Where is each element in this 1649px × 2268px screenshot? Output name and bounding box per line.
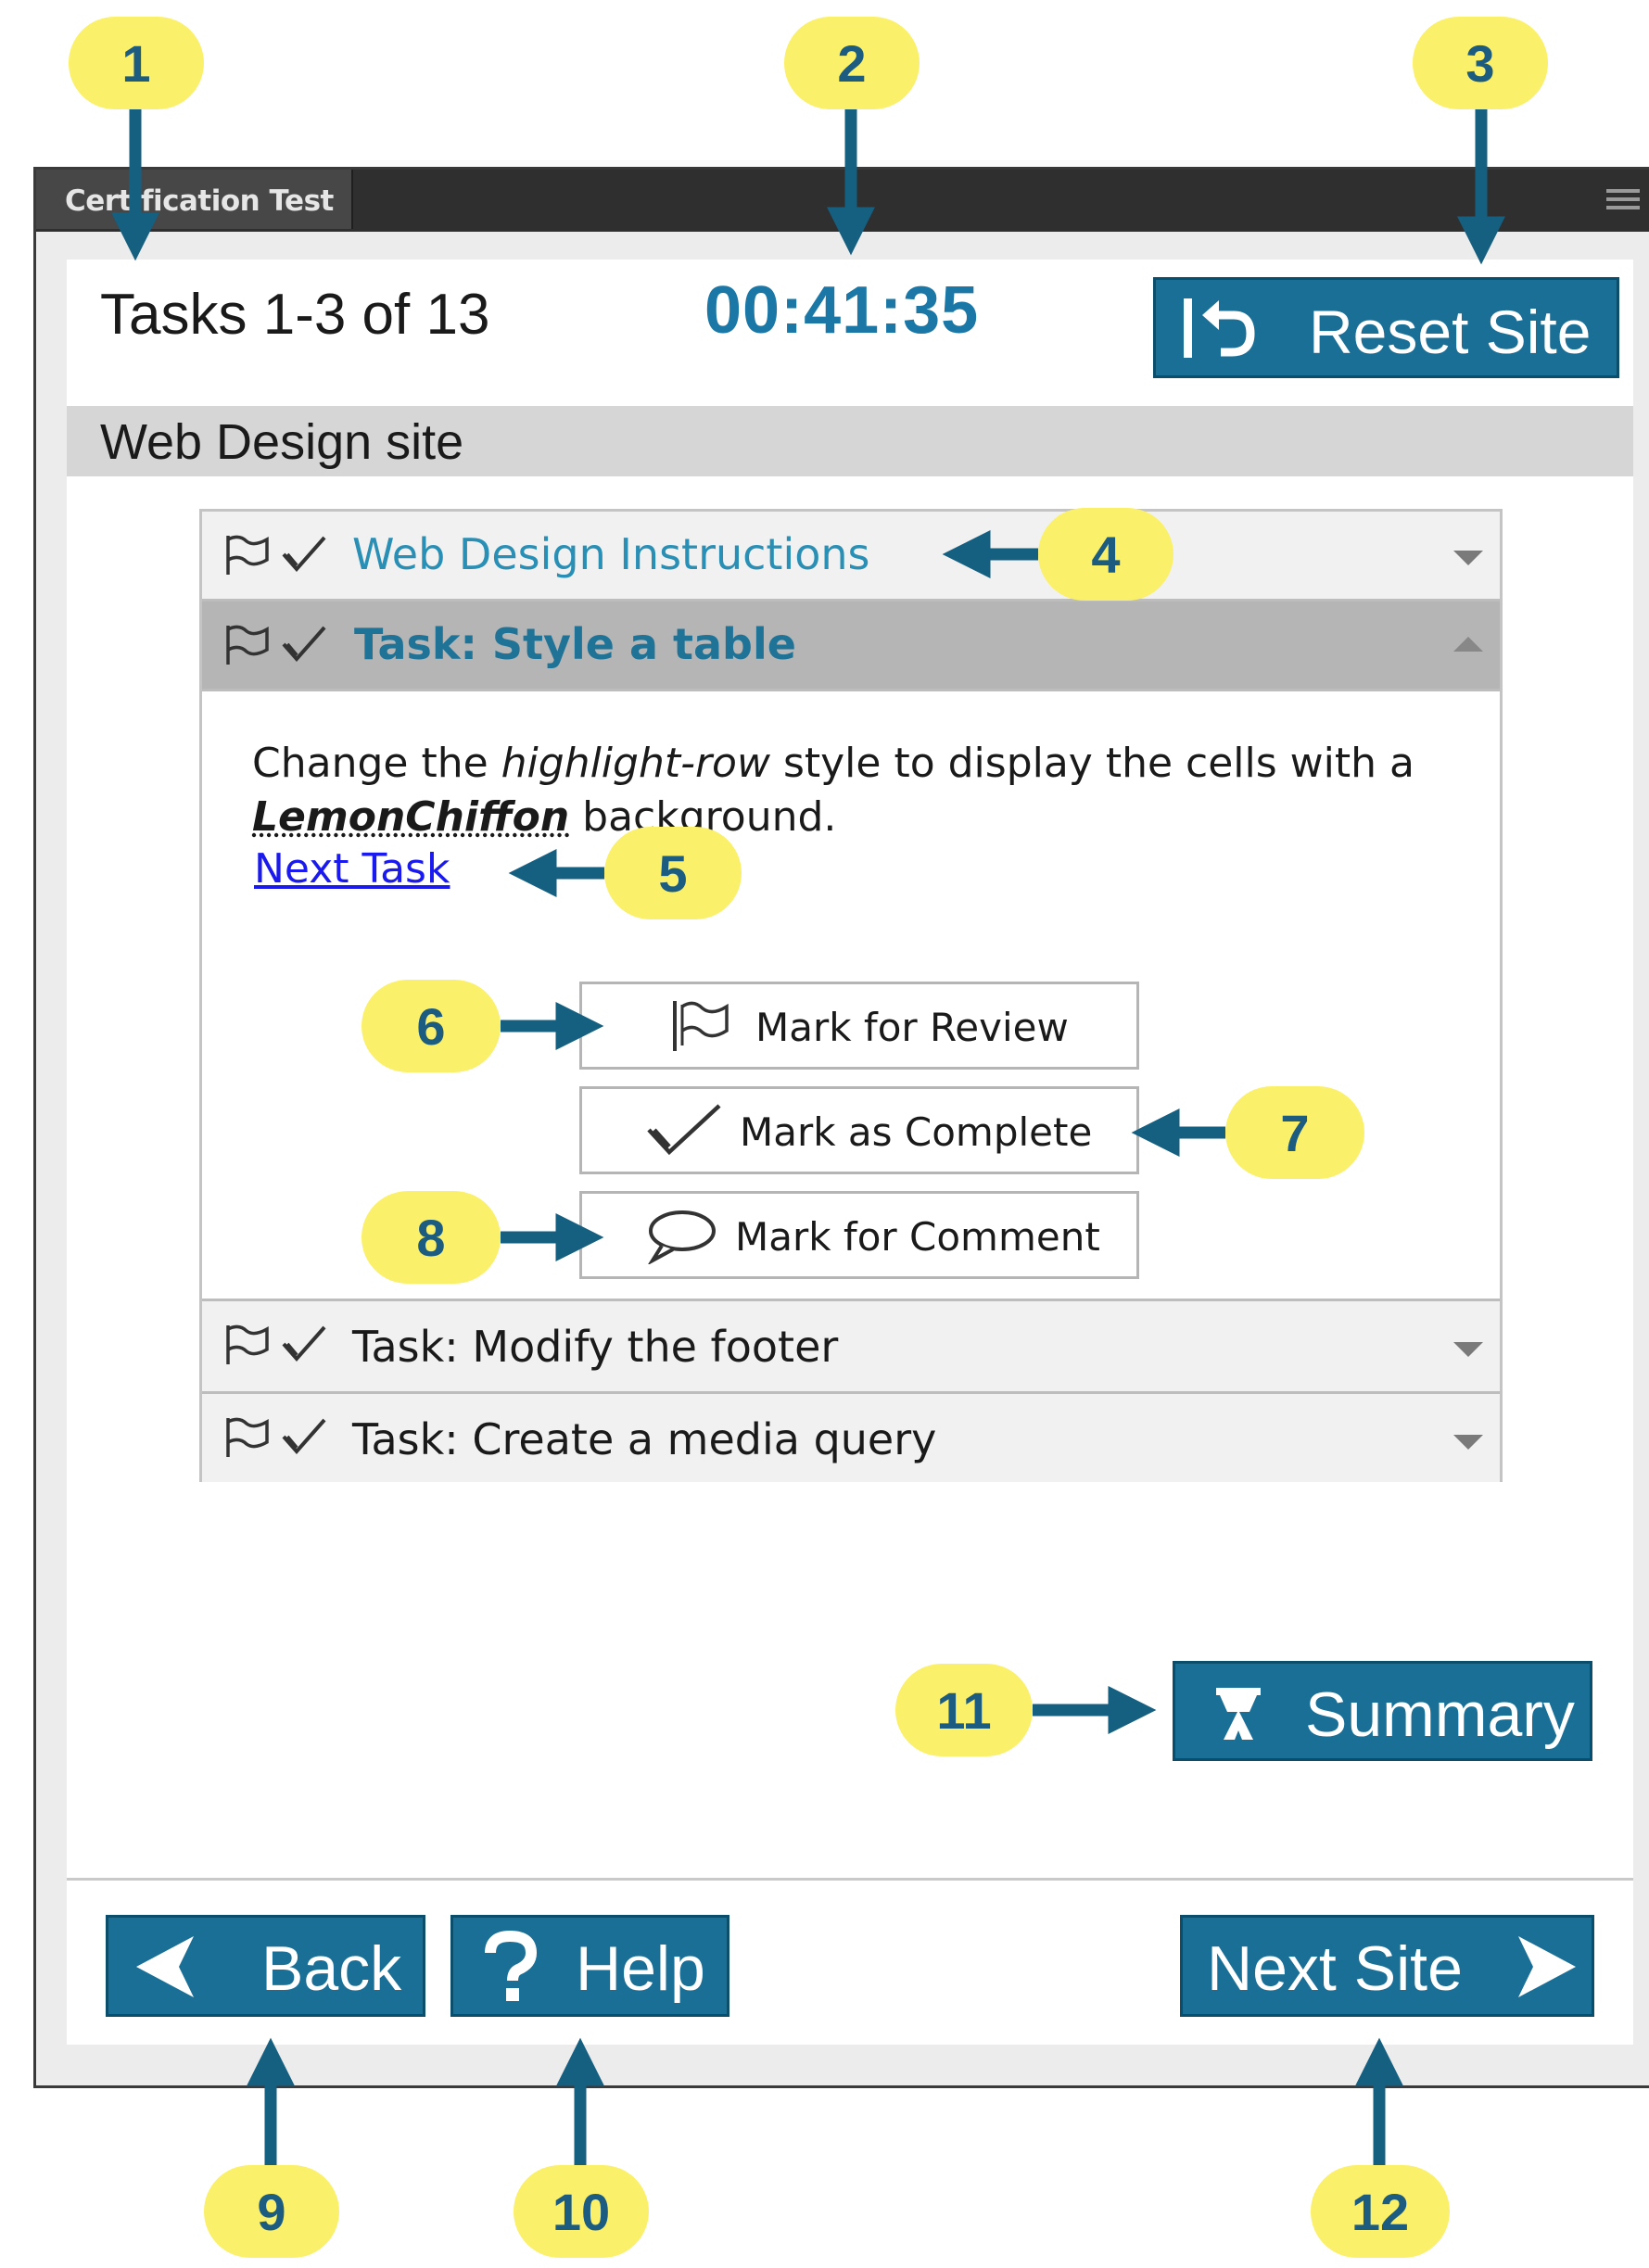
callout-badge: 3 — [1413, 17, 1548, 109]
callout-badge: 2 — [784, 17, 920, 109]
callout-badge: 11 — [895, 1664, 1033, 1756]
callout-badge: 1 — [69, 17, 204, 109]
callout-badge: 9 — [204, 2165, 339, 2258]
callout-badge: 6 — [362, 980, 501, 1072]
callout-badge: 10 — [514, 2165, 649, 2258]
callout-arrows — [111, 109, 1505, 2165]
callout-badge: 5 — [604, 827, 742, 919]
callout-badge: 7 — [1225, 1086, 1364, 1179]
callout-badge: 4 — [1038, 508, 1173, 601]
callout-badge: 12 — [1311, 2165, 1450, 2258]
callout-badge: 8 — [362, 1191, 501, 1284]
